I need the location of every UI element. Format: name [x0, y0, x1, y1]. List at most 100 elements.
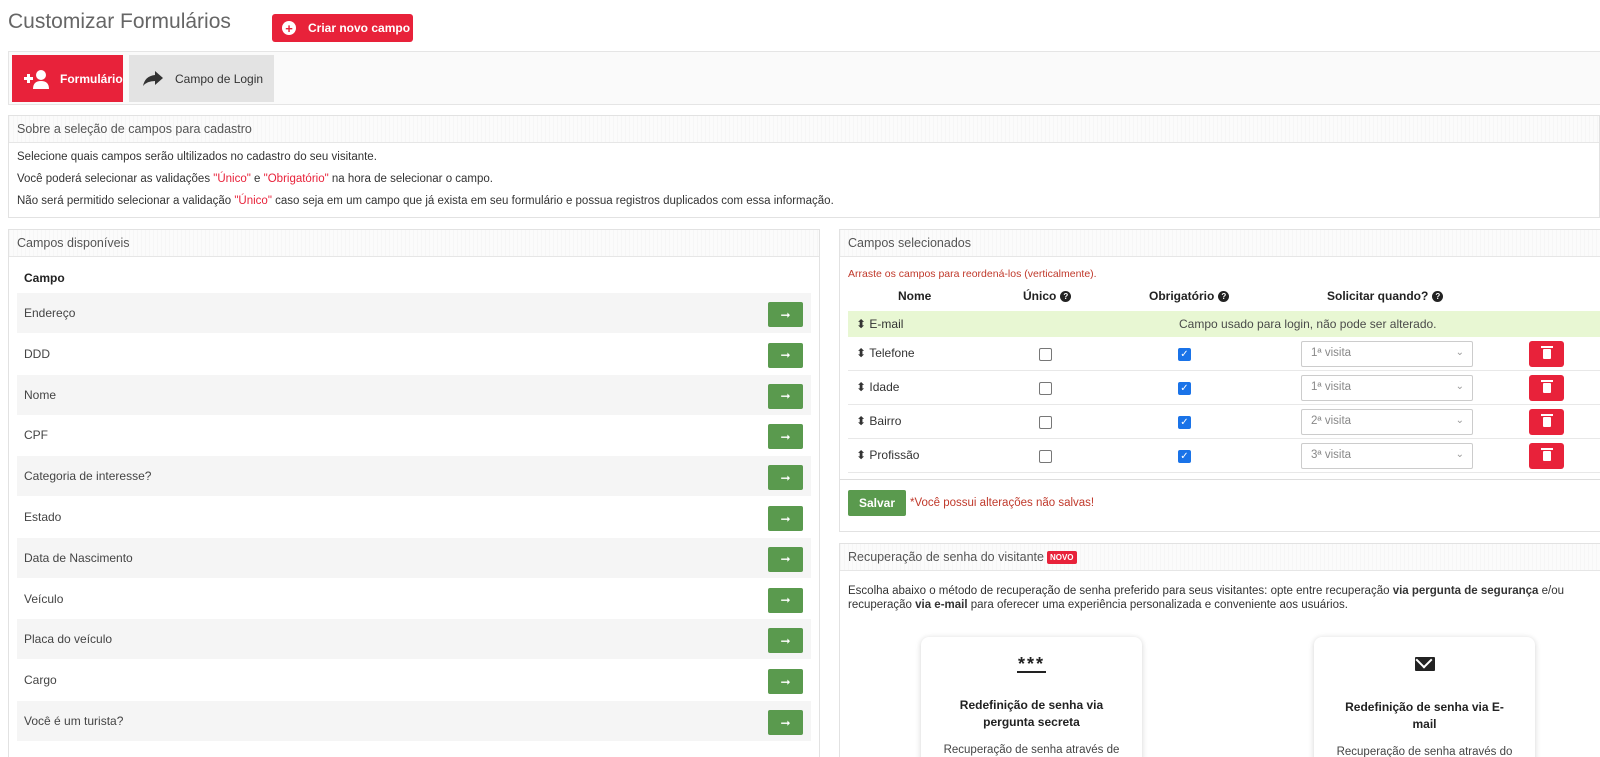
required-checkbox[interactable]: ✓: [1178, 450, 1191, 463]
arrow-right-icon: ➞: [780, 348, 791, 363]
create-field-label: Criar novo campo: [308, 21, 411, 35]
required-checkbox[interactable]: ✓: [1178, 382, 1191, 395]
about-line-3: Não será permitido selecionar a validaçã…: [17, 195, 834, 207]
available-field-label: Cargo: [24, 673, 57, 688]
add-field-button[interactable]: ➞: [768, 587, 803, 613]
sort-icon[interactable]: ⬍: [856, 380, 866, 394]
add-field-button[interactable]: ➞: [768, 465, 803, 491]
arrow-right-icon: ➞: [780, 429, 791, 444]
add-field-button[interactable]: ➞: [768, 342, 803, 368]
arrow-right-icon: ➞: [780, 674, 791, 689]
arrow-right-icon: ➞: [780, 511, 791, 526]
create-field-button[interactable]: + Criar novo campo: [272, 14, 413, 42]
about-line-1: Selecione quais campos serão ultilizados…: [17, 151, 377, 163]
add-field-button[interactable]: ➞: [768, 383, 803, 409]
chevron-down-icon: ⌄: [1455, 347, 1464, 358]
reorder-hint: Arraste os campos para reordená-los (ver…: [848, 268, 1097, 280]
add-field-button[interactable]: ➞: [768, 710, 803, 735]
arrow-right-icon: ➞: [780, 470, 791, 485]
tab-campo-de-login[interactable]: Campo de Login: [129, 55, 274, 102]
secret-question-card-title: Redefinição de senha via pergunta secret…: [959, 698, 1104, 729]
unique-checkbox[interactable]: [1039, 348, 1052, 361]
password-recovery-panel: Recuperação de senha do visitante NOVO Es…: [839, 543, 1600, 757]
delete-field-button[interactable]: [1529, 375, 1564, 401]
add-field-button[interactable]: ➞: [768, 506, 803, 531]
selected-fields-panel: Campos selecionados Arraste os campos pa…: [839, 229, 1600, 532]
sort-icon[interactable]: ⬍: [856, 414, 866, 428]
delete-field-button[interactable]: [1529, 409, 1564, 435]
available-field-label: DDD: [24, 346, 50, 361]
request-when-select[interactable]: 3ª visita ⌄: [1301, 443, 1473, 469]
available-field-label: Você é um turista?: [24, 714, 124, 728]
available-field-label: Veículo: [24, 591, 64, 606]
unique-checkbox[interactable]: [1039, 382, 1052, 395]
request-when-select[interactable]: 1ª visita ⌄: [1301, 341, 1473, 367]
request-when-select[interactable]: 1ª visita ⌄: [1301, 375, 1473, 401]
email-field-row: ⬍ E-mail Campo usado para login, não pod…: [848, 311, 1600, 337]
password-icon: ***: [1016, 654, 1046, 674]
selected-field-row[interactable]: ⬍ Profissão ✓ 3ª visita ⌄: [848, 439, 1600, 473]
secret-question-card-desc: Recuperação de senha através de: [943, 744, 1120, 756]
email-recovery-card[interactable]: Redefinição de senha via E-mail Recupera…: [1314, 637, 1535, 757]
trash-icon: [1540, 380, 1553, 393]
available-field-row: Data de Nascimento ➞: [17, 537, 811, 578]
question-icon[interactable]: ?: [1218, 290, 1230, 302]
available-field-label: Data de Nascimento: [24, 550, 133, 565]
secret-question-card[interactable]: *** Redefinição de senha via pergunta se…: [921, 637, 1142, 757]
available-field-label: CPF: [24, 428, 48, 443]
about-line-2: Você poderá selecionar as validações "Ún…: [17, 173, 493, 185]
tab-formulario[interactable]: Formulário: [12, 55, 123, 102]
tab-campo-de-login-label: Campo de Login: [175, 71, 264, 86]
envelope-icon: [1414, 657, 1435, 671]
delete-field-button[interactable]: [1529, 443, 1564, 469]
email-recovery-card-desc: Recuperação de senha através do envio de…: [1336, 746, 1513, 757]
add-field-button[interactable]: ➞: [768, 546, 803, 572]
add-field-button[interactable]: ➞: [768, 628, 803, 654]
sort-icon[interactable]: ⬍: [856, 346, 866, 360]
available-fields-title: Campos disponíveis: [9, 230, 819, 257]
trash-icon: [1540, 448, 1553, 461]
save-button[interactable]: Salvar: [848, 490, 906, 516]
selected-field-row[interactable]: ⬍ Idade ✓ 1ª visita ⌄: [848, 371, 1600, 405]
arrow-right-icon: ➞: [780, 715, 791, 730]
available-field-row: Estado ➞: [17, 497, 811, 537]
available-field-label: Endereço: [24, 306, 76, 320]
chevron-down-icon: ⌄: [1455, 415, 1464, 426]
add-field-button[interactable]: ➞: [768, 669, 803, 695]
email-field-name: ⬍ E-mail: [856, 317, 904, 331]
arrow-right-icon: ➞: [780, 633, 791, 648]
tabs-bar: Formulário Campo de Login: [8, 51, 1600, 105]
question-icon[interactable]: ?: [1432, 290, 1444, 302]
selected-field-name: ⬍ Bairro: [856, 414, 902, 428]
header-name: Nome: [898, 289, 932, 303]
available-field-label: Nome: [24, 387, 57, 402]
header-when: Solicitar quando??: [1327, 289, 1444, 303]
about-panel: Sobre a seleção de campos para cadastro …: [8, 115, 1600, 218]
unique-checkbox[interactable]: [1039, 450, 1052, 463]
password-recovery-title: Recuperação de senha do visitante NOVO: [840, 544, 1600, 571]
required-checkbox[interactable]: ✓: [1178, 416, 1191, 429]
trash-icon: [1540, 346, 1553, 359]
selected-field-row[interactable]: ⬍ Telefone ✓ 1ª visita ⌄: [848, 337, 1600, 371]
about-panel-title: Sobre a seleção de campos para cadastro: [9, 116, 1599, 143]
selected-fields-title: Campos selecionados: [840, 230, 1600, 257]
available-field-row: Cargo ➞: [17, 660, 811, 700]
share-arrow-icon: [143, 70, 163, 86]
available-field-row: Categoria de interesse? ➞: [17, 456, 811, 497]
request-when-select[interactable]: 2ª visita ⌄: [1301, 409, 1473, 435]
available-field-row: Nome ➞: [17, 374, 811, 415]
required-checkbox[interactable]: ✓: [1178, 348, 1191, 361]
selected-field-row[interactable]: ⬍ Bairro ✓ 2ª visita ⌄: [848, 405, 1600, 439]
about-body: Selecione quais campos serão ultilizados…: [9, 143, 1599, 225]
add-field-button[interactable]: ➞: [768, 424, 803, 450]
unique-checkbox[interactable]: [1039, 416, 1052, 429]
question-icon[interactable]: ?: [1060, 290, 1072, 302]
available-field-label: Placa do veículo: [24, 632, 113, 647]
delete-field-button[interactable]: [1529, 341, 1564, 367]
available-field-row: Placa do veículo ➞: [17, 619, 811, 660]
email-recovery-card-title: Redefinição de senha via E-mail: [1345, 700, 1504, 731]
add-field-button[interactable]: ➞: [768, 302, 803, 327]
sort-icon[interactable]: ⬍: [856, 448, 866, 462]
available-field-row: Você é um turista? ➞: [17, 701, 811, 741]
available-field-row: DDD ➞: [17, 334, 811, 374]
